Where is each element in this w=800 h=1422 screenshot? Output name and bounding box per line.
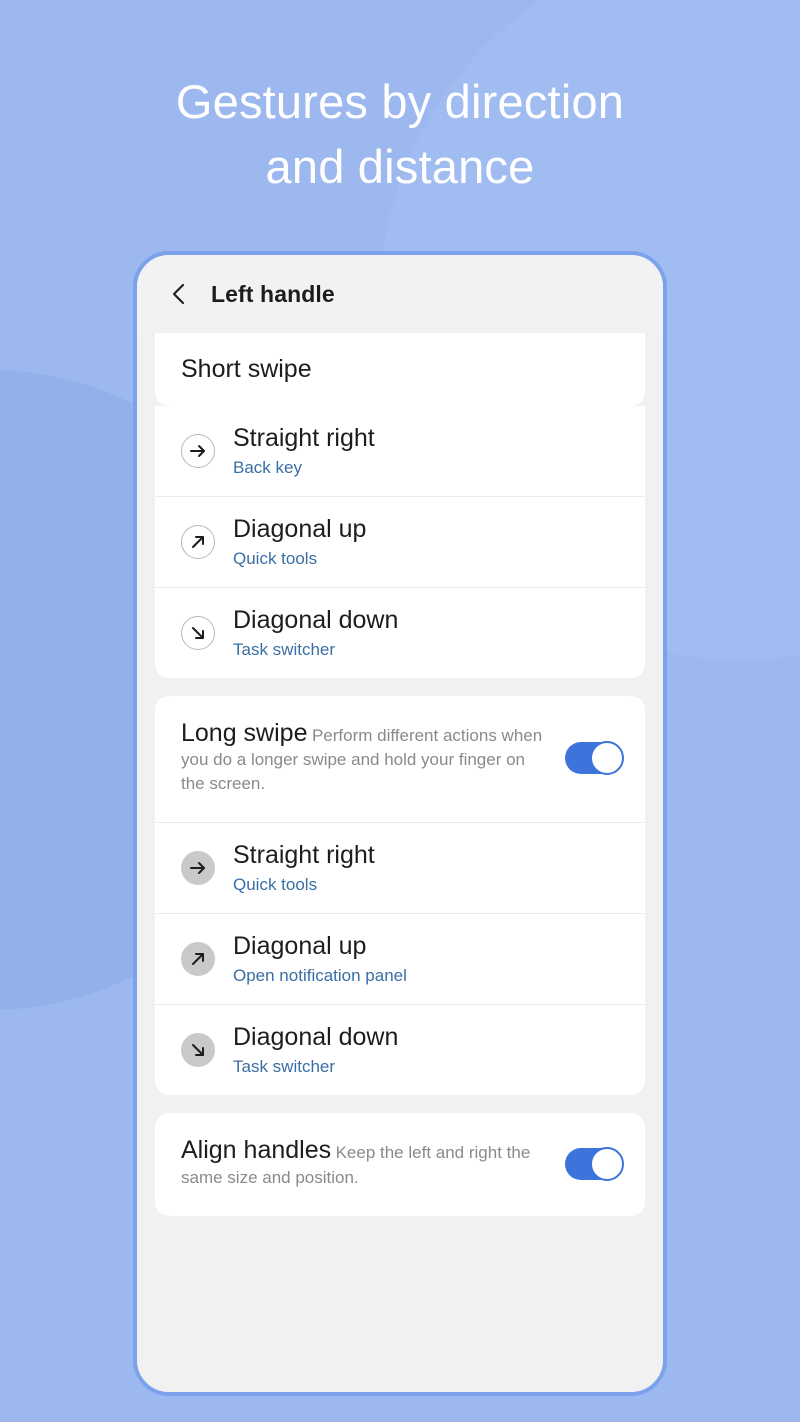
section-short-swipe: Short swipe bbox=[155, 333, 645, 406]
arrow-down-right-icon bbox=[181, 616, 215, 650]
long-swipe-title: Long swipe bbox=[181, 719, 308, 747]
toggle-knob bbox=[590, 741, 624, 776]
align-handles-title: Align handles bbox=[181, 1136, 332, 1165]
list-item-subtitle: Task switcher bbox=[233, 1057, 336, 1077]
section-short-swipe-items: Straight right Back key Diagonal up Quic… bbox=[155, 406, 645, 678]
list-item-title: Diagonal down bbox=[233, 606, 399, 634]
toggle-knob bbox=[590, 1146, 624, 1181]
list-item-subtitle: Quick tools bbox=[233, 875, 318, 895]
arrow-right-icon bbox=[181, 434, 215, 468]
list-item-title: Straight right bbox=[233, 424, 375, 452]
long-swipe-toggle[interactable] bbox=[565, 741, 624, 776]
settings-list: Short swipe Straight right Back key Diag… bbox=[137, 333, 663, 1392]
page-title: Gestures by direction and distance bbox=[175, 75, 625, 193]
phone-mockup: Left handle Short swipe Straight right B… bbox=[133, 251, 667, 1396]
arrow-up-right-icon bbox=[181, 525, 215, 559]
app-bar: Left handle bbox=[137, 255, 663, 333]
list-item-subtitle: Back key bbox=[233, 458, 302, 477]
arrow-up-right-icon bbox=[181, 942, 215, 977]
list-item[interactable]: Straight right Back key bbox=[155, 406, 645, 496]
list-item-subtitle: Quick tools bbox=[233, 549, 318, 568]
list-item-title: Straight right bbox=[233, 841, 375, 870]
list-item-subtitle: Task switcher bbox=[233, 640, 336, 659]
list-item-title: Diagonal up bbox=[233, 932, 367, 961]
arrow-right-icon bbox=[181, 851, 215, 886]
list-item[interactable]: Diagonal down Task switcher bbox=[155, 587, 645, 678]
phone-screen: Left handle Short swipe Straight right B… bbox=[137, 255, 663, 1392]
long-swipe-toggle-row[interactable]: Long swipe Perform different actions whe… bbox=[155, 696, 645, 822]
list-item-title: Diagonal down bbox=[233, 1023, 399, 1052]
list-item-subtitle: Open notification panel bbox=[233, 966, 407, 986]
list-item[interactable]: Diagonal down Task switcher bbox=[155, 1004, 645, 1095]
align-handles-toggle-row[interactable]: Align handles Keep the left and right th… bbox=[155, 1113, 645, 1215]
section-long-swipe: Long swipe Perform different actions whe… bbox=[155, 696, 645, 1096]
section-align-handles: Align handles Keep the left and right th… bbox=[155, 1113, 645, 1216]
list-item[interactable]: Straight right Quick tools bbox=[155, 822, 645, 913]
section-header-short-swipe: Short swipe bbox=[181, 355, 312, 383]
chevron-left-icon[interactable] bbox=[167, 283, 189, 305]
list-item-title: Diagonal up bbox=[233, 515, 367, 543]
list-item[interactable]: Diagonal up Open notification panel bbox=[155, 913, 645, 1004]
align-handles-toggle[interactable] bbox=[565, 1146, 624, 1181]
arrow-down-right-icon bbox=[181, 1033, 215, 1068]
list-item[interactable]: Diagonal up Quick tools bbox=[155, 496, 645, 587]
app-bar-title: Left handle bbox=[211, 280, 335, 307]
